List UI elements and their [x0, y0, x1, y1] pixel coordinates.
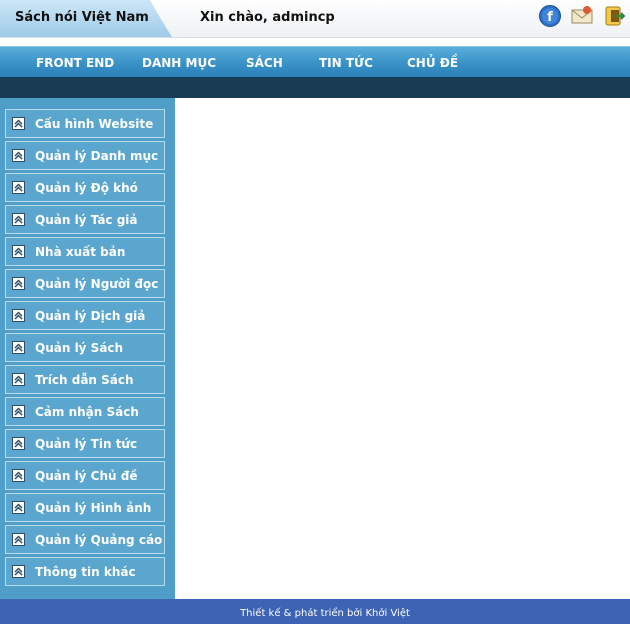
- sidebar-item-quan-ly-chu-de[interactable]: Quản lý Chủ đề: [5, 461, 165, 490]
- double-chevron-up-icon: [12, 245, 25, 258]
- double-chevron-up-icon: [12, 373, 25, 386]
- top-header: Sách nói Việt Nam Xin chào, admincp f: [0, 0, 630, 38]
- sidebar-item-label: Quản lý Sách: [35, 341, 124, 355]
- brand-tab: Sách nói Việt Nam: [0, 0, 172, 37]
- logout-icon[interactable]: [602, 4, 626, 28]
- sidebar-item-label: Quản lý Danh mục: [35, 149, 159, 163]
- nav-front-end[interactable]: FRONT END: [36, 56, 114, 70]
- nav-tin-tuc[interactable]: TIN TỨC: [319, 56, 373, 70]
- sidebar-item-cau-hinh-website[interactable]: Cấu hình Website: [5, 109, 165, 138]
- sidebar-item-label: Nhà xuất bản: [35, 245, 126, 259]
- sidebar-item-label: Quản lý Người đọc: [35, 277, 159, 291]
- sidebar-item-label: Cấu hình Website: [35, 117, 154, 131]
- sidebar-item-label: Trích dẫn Sách: [35, 373, 134, 387]
- main-nav: FRONT END DANH MỤC SÁCH TIN TỨC CHỦ ĐỀ: [0, 46, 630, 78]
- sidebar-item-cam-nhan-sach[interactable]: Cảm nhận Sách: [5, 397, 165, 426]
- double-chevron-up-icon: [12, 565, 25, 578]
- facebook-icon[interactable]: f: [538, 4, 562, 28]
- sidebar-item-label: Thông tin khác: [35, 565, 136, 579]
- sidebar-item-quan-ly-sach[interactable]: Quản lý Sách: [5, 333, 165, 362]
- double-chevron-up-icon: [12, 437, 25, 450]
- nav-sach[interactable]: SÁCH: [246, 56, 283, 70]
- sidebar-item-quan-ly-tin-tuc[interactable]: Quản lý Tin tức: [5, 429, 165, 458]
- double-chevron-up-icon: [12, 149, 25, 162]
- svg-text:f: f: [547, 10, 553, 25]
- brand-title[interactable]: Sách nói Việt Nam: [15, 10, 149, 25]
- top-icon-group: f: [538, 4, 626, 28]
- double-chevron-up-icon: [12, 405, 25, 418]
- sidebar-item-thong-tin-khac[interactable]: Thông tin khác: [5, 557, 165, 586]
- sidebar-item-quan-ly-tac-gia[interactable]: Quản lý Tác giả: [5, 205, 165, 234]
- mail-icon[interactable]: [570, 4, 594, 28]
- sidebar-item-nha-xuat-ban[interactable]: Nhà xuất bản: [5, 237, 165, 266]
- nav-danh-muc[interactable]: DANH MỤC: [142, 56, 216, 70]
- double-chevron-up-icon: [12, 277, 25, 290]
- sidebar-item-quan-ly-dich-gia[interactable]: Quản lý Dịch giả: [5, 301, 165, 330]
- nav-chu-de[interactable]: CHỦ ĐỀ: [407, 56, 458, 70]
- double-chevron-up-icon: [12, 213, 25, 226]
- sidebar-item-label: Quản lý Quảng cáo: [35, 533, 163, 547]
- footer-credit: Thiết kế & phát triển bởi Khởi Việt: [240, 608, 410, 619]
- nav-subbar: [0, 77, 630, 98]
- sidebar-item-label: Quản lý Độ khó: [35, 181, 138, 195]
- footer: Thiết kế & phát triển bởi Khởi Việt: [0, 599, 630, 624]
- double-chevron-up-icon: [12, 501, 25, 514]
- main-content: [175, 98, 630, 599]
- sidebar-item-label: Quản lý Tin tức: [35, 437, 138, 451]
- sidebar-item-label: Quản lý Dịch giả: [35, 309, 146, 323]
- sidebar-item-trich-dan-sach[interactable]: Trích dẫn Sách: [5, 365, 165, 394]
- double-chevron-up-icon: [12, 533, 25, 546]
- sidebar-item-quan-ly-quang-cao[interactable]: Quản lý Quảng cáo: [5, 525, 165, 554]
- sidebar-item-label: Quản lý Hình ảnh: [35, 501, 152, 515]
- sidebar-item-quan-ly-hinh-anh[interactable]: Quản lý Hình ảnh: [5, 493, 165, 522]
- welcome-text: Xin chào, admincp: [200, 10, 335, 25]
- double-chevron-up-icon: [12, 117, 25, 130]
- sidebar-item-quan-ly-do-kho[interactable]: Quản lý Độ khó: [5, 173, 165, 202]
- double-chevron-up-icon: [12, 181, 25, 194]
- sidebar: Cấu hình Website Quản lý Danh mục Quản l…: [0, 98, 175, 599]
- sidebar-item-quan-ly-danh-muc[interactable]: Quản lý Danh mục: [5, 141, 165, 170]
- sidebar-item-label: Quản lý Chủ đề: [35, 469, 138, 483]
- sidebar-item-quan-ly-nguoi-doc[interactable]: Quản lý Người đọc: [5, 269, 165, 298]
- sidebar-item-label: Cảm nhận Sách: [35, 405, 139, 419]
- double-chevron-up-icon: [12, 469, 25, 482]
- sidebar-item-label: Quản lý Tác giả: [35, 213, 138, 227]
- double-chevron-up-icon: [12, 341, 25, 354]
- double-chevron-up-icon: [12, 309, 25, 322]
